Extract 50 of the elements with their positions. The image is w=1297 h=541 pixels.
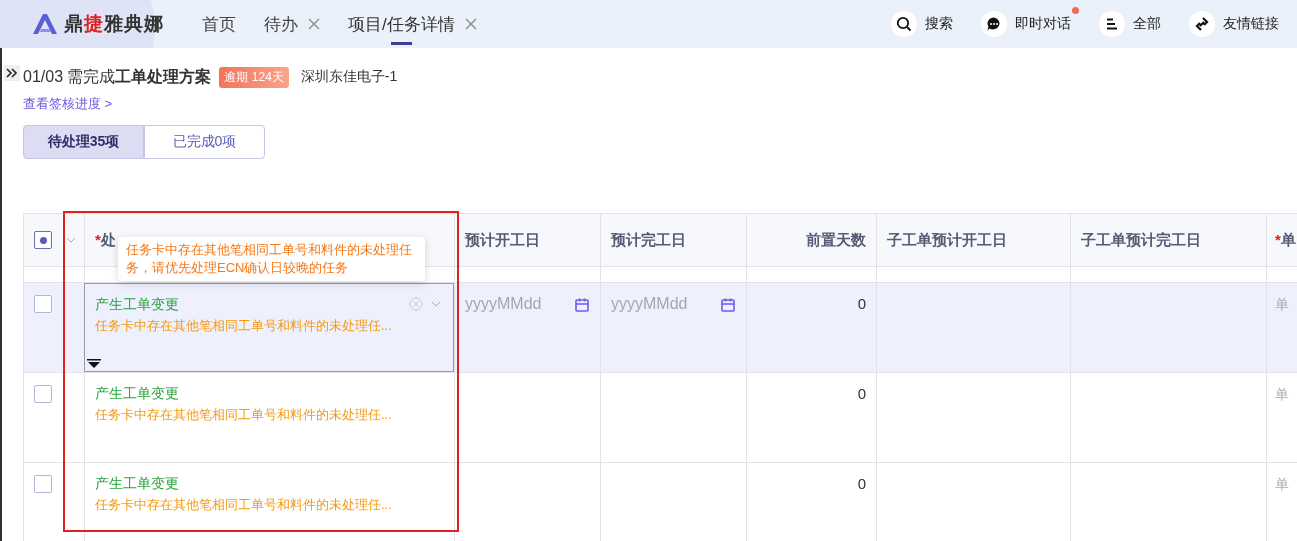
select-all-checkbox[interactable] [34,231,52,249]
chevron-down-icon[interactable] [66,237,76,243]
status-text: 产生工单变更 [95,475,179,493]
action-label[interactable]: 友情链接 [1223,15,1279,33]
status-text: 产生工单变更 [95,296,179,314]
task-heading: 01/03 需完成工单处理方案 [23,66,212,87]
table-cell: 单 [1275,386,1289,404]
column-header: *处 [95,230,116,250]
table-cell: 0 [857,295,866,312]
close-icon[interactable] [308,18,320,30]
column-header: 子工单预计开工日 [887,230,1007,250]
action-label[interactable]: 搜索 [925,15,953,33]
table-cell: 单 [1275,476,1289,494]
segment-tab[interactable]: 已完成0项 [144,125,265,159]
column-header: 预计完工日 [611,230,686,250]
link-icon[interactable] [1189,11,1215,37]
table-cell: 0 [857,385,866,402]
warning-message: 任务卡中存在其他笔相同工单号和料件的未处理任... [95,496,392,514]
row-checkbox[interactable] [34,475,52,493]
segment-tab[interactable]: 待处理35项 [23,125,144,159]
company-name: 深圳东佳电子-1 [300,68,398,86]
tooltip: 任务卡中存在其他笔相同工单号和料件的未处理任务，请优先处理ECN确认日较晚的任务 [118,237,425,281]
menu-icon[interactable] [1099,11,1125,37]
row-checkbox[interactable] [34,295,52,313]
search-icon[interactable] [891,11,917,37]
column-header: 子工单预计完工日 [1081,230,1201,250]
column-header: *单 [1275,230,1296,250]
action-label[interactable]: 全部 [1133,15,1161,33]
status-text: 产生工单变更 [95,385,179,403]
logo-icon [32,13,58,35]
nav-tab[interactable]: 待办 [264,3,298,45]
row-checkbox[interactable] [34,385,52,403]
calendar-icon[interactable] [574,297,590,313]
overdue-tag: 逾期 124天 [219,66,289,88]
triangle-down-icon[interactable] [87,359,101,368]
nav-tab[interactable]: 项目/任务详情 [348,3,455,45]
table-cell: 单 [1275,296,1289,314]
nav-tab[interactable]: 首页 [202,3,236,45]
column-header: 前置天数 [806,230,866,250]
warning-message: 任务卡中存在其他笔相同工单号和料件的未处理任... [95,317,392,335]
close-icon[interactable] [464,18,477,30]
table-cell: 0 [857,475,866,492]
logo-text: 鼎捷雅典娜 [64,12,164,36]
progress-link[interactable]: 查看签核进度 > [23,95,113,113]
action-label[interactable]: 即时对话 [1015,15,1071,33]
calendar-icon[interactable] [720,297,736,313]
expand-icon[interactable] [4,65,20,81]
column-header: 预计开工日 [465,230,540,250]
warning-message: 任务卡中存在其他笔相同工单号和料件的未处理任... [95,406,392,424]
chat-bubble-icon[interactable] [981,11,1007,37]
